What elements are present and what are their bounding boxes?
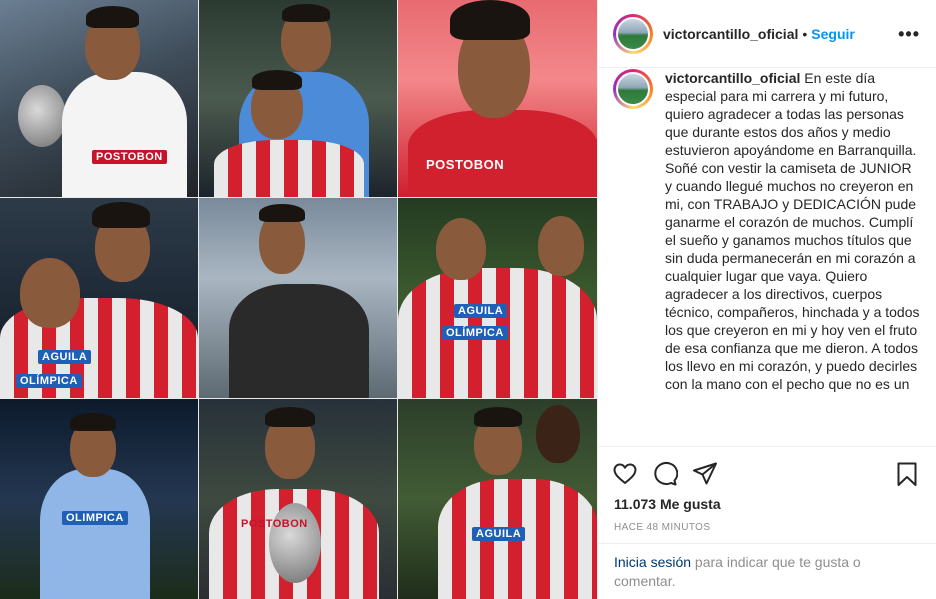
caption-avatar[interactable] <box>613 69 653 109</box>
caption: victorcantillo_oficial En este día espec… <box>598 69 936 393</box>
collage-photo-8: POSTOBON <box>199 399 397 599</box>
player-hair <box>252 70 302 90</box>
heart-icon[interactable] <box>612 461 638 487</box>
sponsor-text: AGUILA <box>454 304 508 318</box>
player-hair <box>474 407 522 427</box>
collage-photo-5 <box>199 198 397 398</box>
comment-icon[interactable] <box>652 461 678 487</box>
caption-username[interactable]: victorcantillo_oficial <box>665 70 800 86</box>
sponsor-text: OLÍMPICA <box>16 374 82 388</box>
player-shirt <box>214 140 364 197</box>
sponsor-text: POSTOBON <box>426 157 505 172</box>
action-icons <box>598 447 936 487</box>
caption-text: victorcantillo_oficial En este día espec… <box>665 69 922 393</box>
photo-collage: POSTOBON POSTOBON AGUILA OLÍMPICA AGUILA… <box>0 0 597 599</box>
collage-photo-7: OLIMPICA <box>0 399 198 599</box>
player-shirt <box>40 469 150 599</box>
author-username[interactable]: victorcantillo_oficial <box>663 26 798 42</box>
player-hair <box>86 6 139 28</box>
more-options-icon[interactable]: ••• <box>898 25 920 43</box>
player-hair <box>282 4 330 22</box>
sponsor-text: POSTOBON <box>92 150 167 164</box>
separator-dot: • <box>802 25 808 42</box>
sponsor-text: OLIMPICA <box>62 511 128 525</box>
player-shirt <box>408 110 597 197</box>
player-shirt <box>229 284 369 398</box>
avatar <box>616 16 650 51</box>
player-head <box>436 218 486 280</box>
post-header: victorcantillo_oficial • Seguir ••• <box>598 0 936 68</box>
player-head <box>20 258 80 328</box>
player-hair <box>450 0 530 40</box>
comments-area[interactable]: victorcantillo_oficial En este día espec… <box>598 69 936 445</box>
likes-count[interactable]: 11.073 Me gusta <box>598 487 936 512</box>
login-link[interactable]: Inicia sesión <box>614 554 691 570</box>
player-hair <box>70 413 116 431</box>
post-image[interactable]: POSTOBON POSTOBON AGUILA OLÍMPICA AGUILA… <box>0 0 597 599</box>
share-icon[interactable] <box>692 461 718 487</box>
post-timestamp[interactable]: HACE 48 MINUTOS <box>598 512 936 533</box>
sponsor-text: AGUILA <box>38 350 92 364</box>
bookmark-icon[interactable] <box>894 461 920 487</box>
collage-photo-2 <box>199 0 397 197</box>
collage-photo-6: AGUILA OLÍMPICA <box>398 198 597 398</box>
collage-photo-1: POSTOBON <box>0 0 198 197</box>
player-head <box>538 216 584 276</box>
sponsor-text: OLÍMPICA <box>442 326 508 340</box>
player-hair <box>92 202 150 228</box>
post-actions: 11.073 Me gusta HACE 48 MINUTOS <box>598 446 936 533</box>
player-head <box>536 405 580 463</box>
post-sidebar: victorcantillo_oficial • Seguir ••• vict… <box>597 0 936 599</box>
avatar-story-ring[interactable] <box>613 13 653 54</box>
player-hair <box>259 204 305 222</box>
instagram-post: POSTOBON POSTOBON AGUILA OLÍMPICA AGUILA… <box>0 0 936 599</box>
player-hair <box>265 407 315 427</box>
sponsor-text: AGUILA <box>472 527 526 541</box>
trophy-shape <box>269 503 321 583</box>
sponsor-text: POSTOBON <box>241 518 308 530</box>
trophy-shape <box>18 85 66 147</box>
collage-photo-3: POSTOBON <box>398 0 597 197</box>
login-prompt: Inicia sesión para indicar que te gusta … <box>598 543 936 599</box>
collage-photo-9: AGUILA <box>398 399 597 599</box>
player-shirt <box>62 72 187 197</box>
collage-photo-4: AGUILA OLÍMPICA <box>0 198 198 398</box>
follow-button[interactable]: Seguir <box>811 26 855 42</box>
caption-body: En este día especial para mi carrera y m… <box>665 70 920 392</box>
avatar <box>616 72 650 106</box>
